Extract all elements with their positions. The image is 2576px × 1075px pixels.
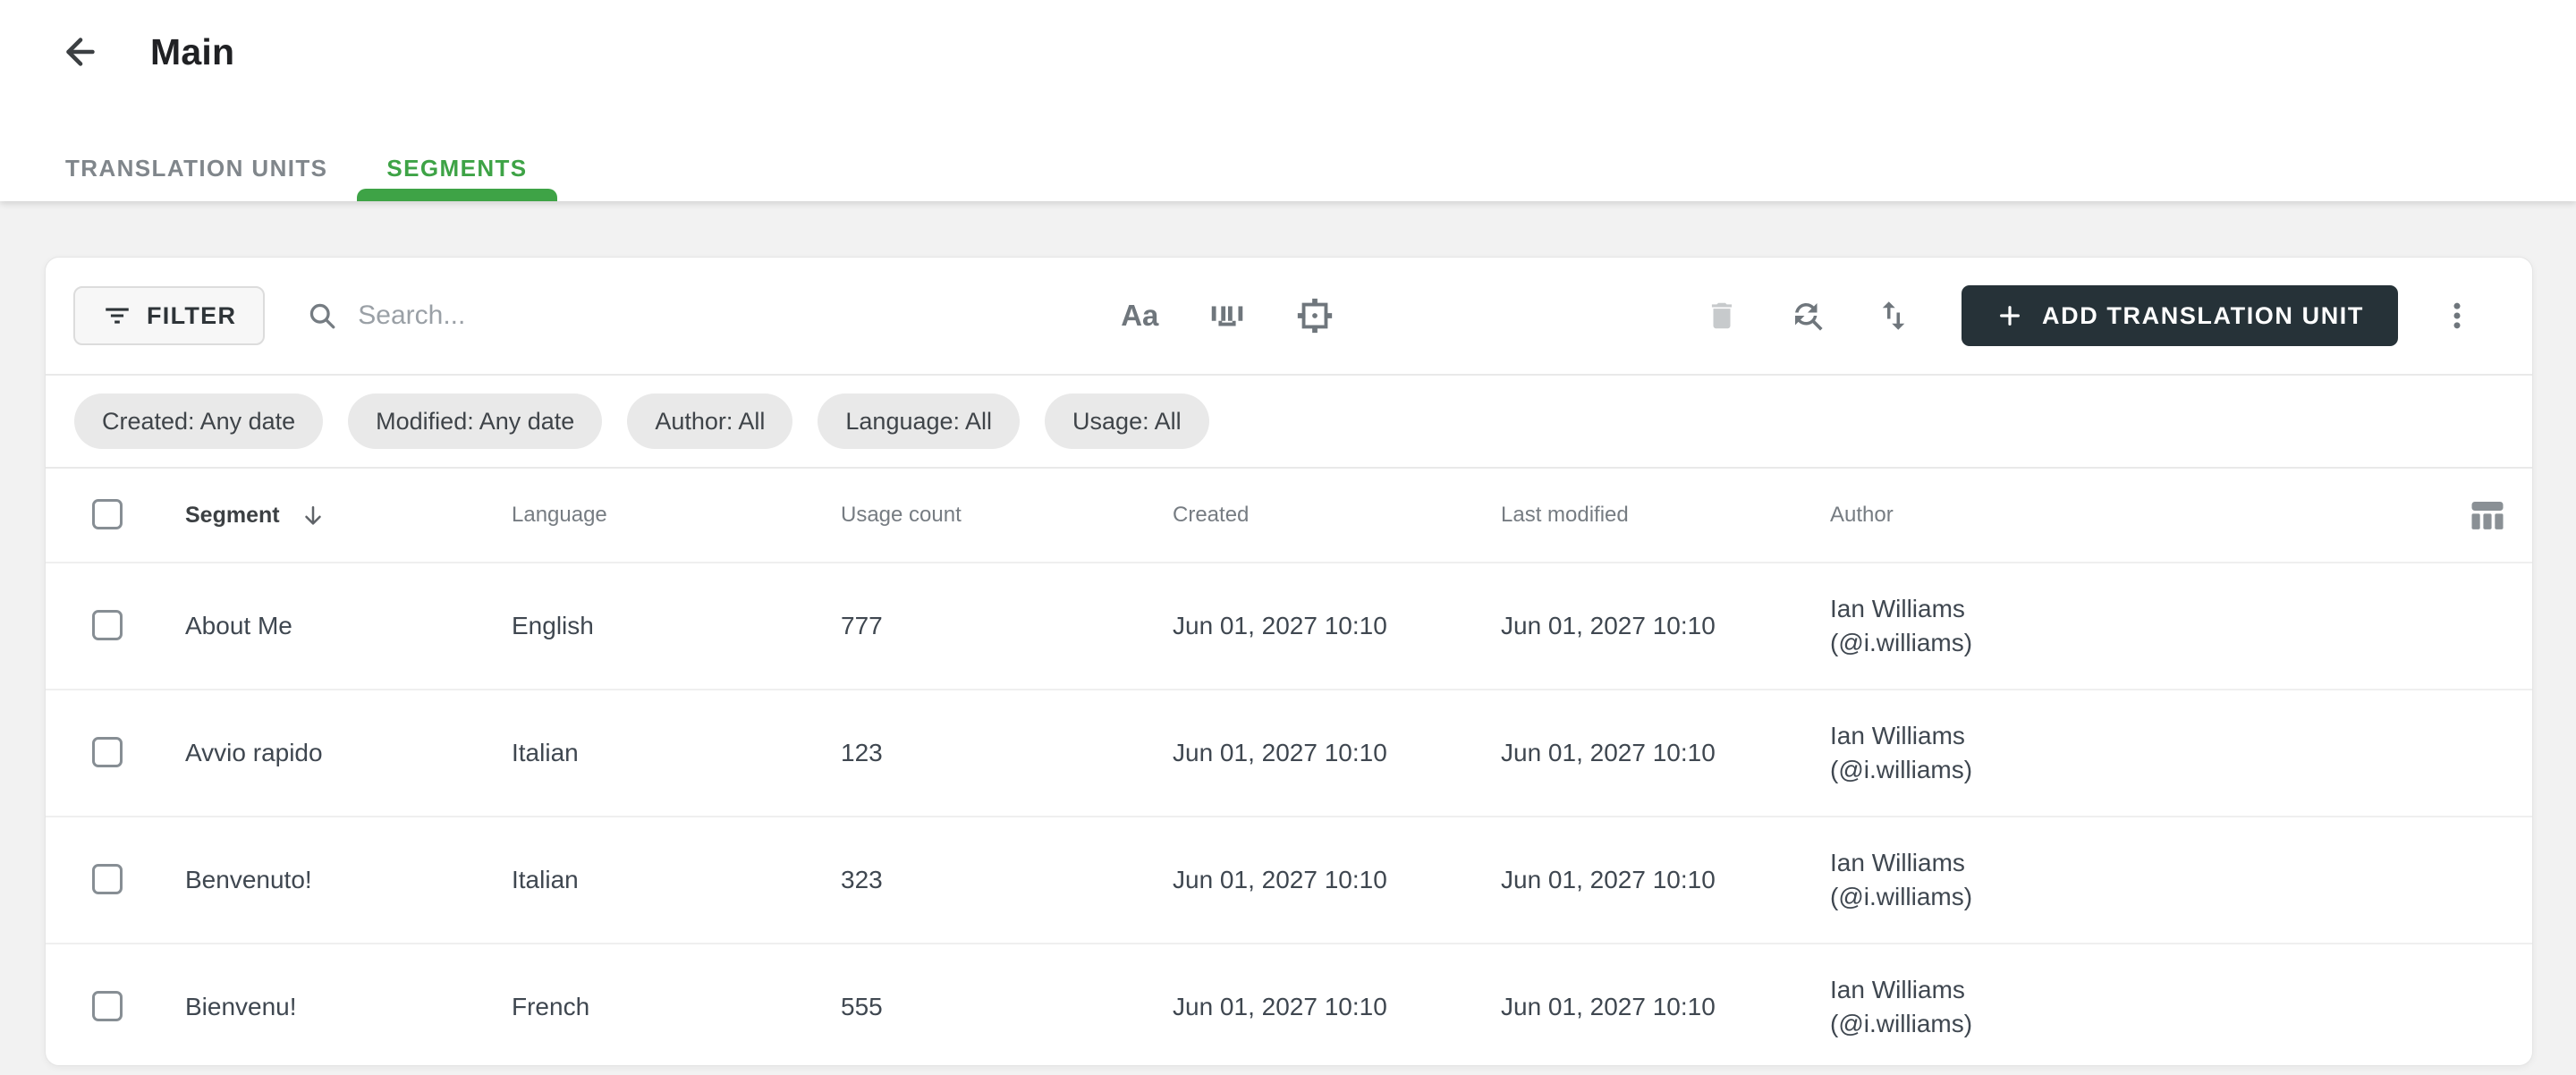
add-translation-unit-button[interactable]: ADD TRANSLATION UNIT bbox=[1962, 285, 2398, 346]
add-translation-unit-label: ADD TRANSLATION UNIT bbox=[2042, 301, 2364, 329]
author-handle: (@i.williams) bbox=[1830, 629, 1973, 656]
active-tab-underline bbox=[357, 189, 557, 201]
find-replace-button[interactable] bbox=[1786, 294, 1829, 337]
columns-settings-button[interactable] bbox=[2466, 494, 2509, 537]
col-usage-count[interactable]: Usage count bbox=[825, 503, 1157, 528]
match-case-icon: Aa bbox=[1121, 299, 1159, 332]
kebab-icon bbox=[2453, 302, 2461, 329]
table-row[interactable]: Benvenuto! Italian 323 Jun 01, 2027 10:1… bbox=[46, 816, 2532, 943]
cell-segment: Bienvenu! bbox=[185, 993, 297, 1020]
cell-author: Ian Williams (@i.williams) bbox=[1814, 719, 2398, 787]
more-options-button[interactable] bbox=[2436, 294, 2479, 337]
search-box bbox=[306, 300, 1076, 332]
main-content: FILTER Aa bbox=[0, 201, 2576, 1066]
table-header-row: Segment Language Usage count Created Las… bbox=[46, 469, 2532, 562]
frame-select-button[interactable] bbox=[1293, 294, 1336, 337]
cell-last-modified: Jun 01, 2027 10:10 bbox=[1501, 612, 1716, 639]
cell-usage-count: 323 bbox=[841, 866, 883, 893]
search-icon bbox=[310, 303, 335, 329]
delete-button[interactable] bbox=[1700, 294, 1743, 337]
page-header: Main TRANSLATION UNITS SEGMENTS bbox=[0, 0, 2576, 201]
col-language[interactable]: Language bbox=[496, 503, 825, 528]
arrow-back-icon bbox=[66, 38, 95, 66]
table-row[interactable]: Bienvenu! French 555 Jun 01, 2027 10:10 … bbox=[46, 943, 2532, 1065]
screen: Main TRANSLATION UNITS SEGMENTS FILTER S… bbox=[0, 0, 2576, 1075]
cell-language: French bbox=[512, 993, 590, 1020]
author-name: Ian Williams bbox=[1830, 976, 1965, 1003]
filter-button[interactable]: FILTER bbox=[73, 286, 266, 345]
table-columns-icon bbox=[2471, 502, 2504, 529]
col-created[interactable]: Created bbox=[1157, 503, 1485, 528]
back-button[interactable] bbox=[59, 30, 102, 73]
col-segment[interactable]: Segment bbox=[169, 502, 496, 529]
col-last-modified[interactable]: Last modified bbox=[1485, 503, 1814, 528]
action-icons bbox=[1700, 294, 1915, 337]
filter-button-label: FILTER bbox=[147, 301, 237, 329]
cell-author: Ian Williams (@i.williams) bbox=[1814, 973, 2398, 1041]
sort-direction-icon bbox=[304, 506, 321, 525]
tab-translation-units[interactable]: TRANSLATION UNITS bbox=[36, 135, 357, 201]
chip-created[interactable]: Created: Any date bbox=[74, 394, 324, 449]
cell-usage-count: 123 bbox=[841, 739, 883, 766]
filter-chips-row: Created: Any date Modified: Any date Aut… bbox=[46, 376, 2532, 469]
cell-language: English bbox=[512, 612, 594, 639]
cell-created: Jun 01, 2027 10:10 bbox=[1173, 866, 1387, 893]
cell-created: Jun 01, 2027 10:10 bbox=[1173, 612, 1387, 639]
cell-last-modified: Jun 01, 2027 10:10 bbox=[1501, 993, 1716, 1020]
author-name: Ian Williams bbox=[1830, 722, 1965, 749]
col-author[interactable]: Author bbox=[1814, 503, 2398, 528]
tab-segments-label: SEGMENTS bbox=[386, 154, 528, 182]
search-option-icons: Aa bbox=[1118, 294, 1336, 337]
cell-created: Jun 01, 2027 10:10 bbox=[1173, 739, 1387, 766]
tab-segments[interactable]: SEGMENTS bbox=[357, 135, 557, 201]
row-checkbox[interactable] bbox=[92, 737, 123, 767]
select-all-checkbox[interactable] bbox=[92, 499, 123, 529]
segments-table: Segment Language Usage count Created Las… bbox=[46, 469, 2532, 1065]
match-case-button[interactable]: Aa bbox=[1118, 294, 1161, 337]
cell-usage-count: 555 bbox=[841, 993, 883, 1020]
chip-modified[interactable]: Modified: Any date bbox=[348, 394, 603, 449]
cell-usage-count: 777 bbox=[841, 612, 883, 639]
author-handle: (@i.williams) bbox=[1830, 1010, 1973, 1037]
cell-author: Ian Williams (@i.williams) bbox=[1814, 846, 2398, 914]
find-replace-icon bbox=[1795, 303, 1823, 331]
cell-segment: About Me bbox=[185, 612, 292, 639]
cell-author: Ian Williams (@i.williams) bbox=[1814, 592, 2398, 660]
row-checkbox[interactable] bbox=[92, 991, 123, 1021]
plus-icon bbox=[2000, 306, 2020, 326]
author-handle: (@i.williams) bbox=[1830, 883, 1973, 910]
table-row[interactable]: About Me English 777 Jun 01, 2027 10:10 … bbox=[46, 562, 2532, 689]
trash-icon bbox=[1711, 302, 1733, 329]
author-name: Ian Williams bbox=[1830, 849, 1965, 876]
search-input[interactable] bbox=[358, 300, 1076, 331]
cell-language: Italian bbox=[512, 866, 579, 893]
filter-list-icon bbox=[106, 308, 129, 324]
col-segment-label: Segment bbox=[185, 502, 280, 528]
crosshair-frame-icon bbox=[1298, 298, 1333, 334]
page-title: Main bbox=[150, 30, 235, 72]
author-name: Ian Williams bbox=[1830, 595, 1965, 622]
cell-last-modified: Jun 01, 2027 10:10 bbox=[1501, 739, 1716, 766]
author-handle: (@i.williams) bbox=[1830, 756, 1973, 783]
cell-last-modified: Jun 01, 2027 10:10 bbox=[1501, 866, 1716, 893]
swap-vert-icon bbox=[1882, 301, 1905, 330]
chip-author[interactable]: Author: All bbox=[627, 394, 793, 449]
cell-segment: Avvio rapido bbox=[185, 739, 323, 766]
cell-created: Jun 01, 2027 10:10 bbox=[1173, 993, 1387, 1020]
cell-segment: Benvenuto! bbox=[185, 866, 312, 893]
segments-card: FILTER Aa bbox=[45, 257, 2533, 1066]
barcode-match-button[interactable] bbox=[1206, 294, 1249, 337]
table-row[interactable]: Avvio rapido Italian 123 Jun 01, 2027 10… bbox=[46, 689, 2532, 816]
table-body: About Me English 777 Jun 01, 2027 10:10 … bbox=[46, 562, 2532, 1065]
tab-bar: TRANSLATION UNITS SEGMENTS bbox=[0, 135, 2576, 201]
chip-usage[interactable]: Usage: All bbox=[1045, 394, 1209, 449]
barcode-icon bbox=[1212, 306, 1243, 326]
row-checkbox[interactable] bbox=[92, 610, 123, 640]
row-checkbox[interactable] bbox=[92, 864, 123, 894]
sort-button[interactable] bbox=[1872, 294, 1915, 337]
cell-language: Italian bbox=[512, 739, 579, 766]
toolbar: FILTER Aa bbox=[46, 258, 2532, 376]
chip-language[interactable]: Language: All bbox=[818, 394, 1021, 449]
